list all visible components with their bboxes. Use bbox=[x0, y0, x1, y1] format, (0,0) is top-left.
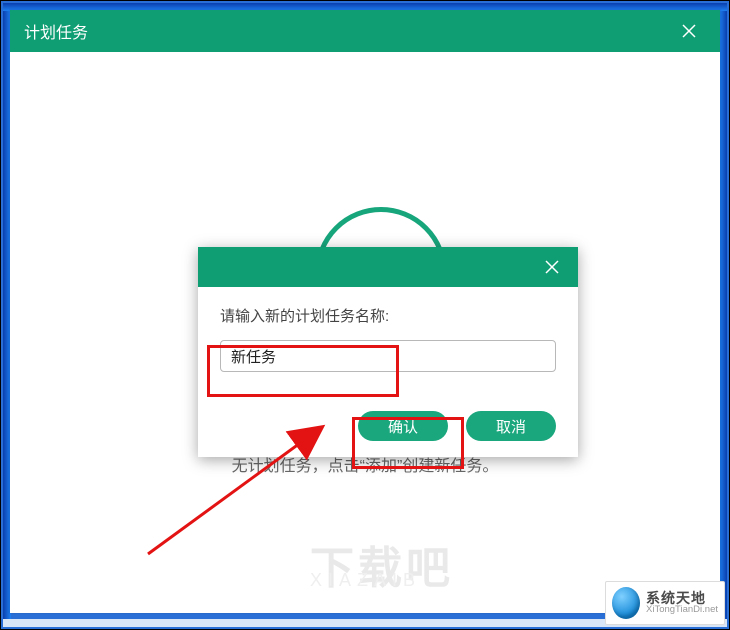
close-icon bbox=[544, 259, 560, 275]
close-icon bbox=[681, 23, 697, 39]
watermark-subtext: XIAZAIB bbox=[310, 570, 421, 591]
content-area: 下载吧 XIAZAIB 无计划任务，点击“添加”创建新任务。 请输入新的计划任务… bbox=[10, 52, 720, 613]
modal-button-row: 确认 取消 bbox=[358, 411, 556, 441]
window-close-button[interactable] bbox=[668, 10, 710, 52]
badge-title: 系统天地 bbox=[646, 591, 718, 606]
main-window: 计划任务 下载吧 XIAZAIB 无计划任务，点击“添加”创建新任务。 请输入新… bbox=[10, 10, 720, 613]
task-name-input[interactable] bbox=[220, 340, 556, 372]
badge-subtitle: XiTongTianDi.net bbox=[646, 605, 718, 615]
new-task-modal: 请输入新的计划任务名称: 确认 取消 bbox=[198, 247, 578, 457]
site-badge: 系统天地 XiTongTianDi.net bbox=[605, 581, 725, 625]
modal-prompt: 请输入新的计划任务名称: bbox=[220, 305, 556, 326]
desktop-edge bbox=[719, 3, 727, 627]
cancel-button[interactable]: 取消 bbox=[466, 411, 556, 441]
globe-icon bbox=[612, 587, 640, 619]
titlebar: 计划任务 bbox=[10, 10, 720, 52]
badge-text: 系统天地 XiTongTianDi.net bbox=[646, 591, 718, 616]
window-title: 计划任务 bbox=[24, 19, 88, 43]
modal-body: 请输入新的计划任务名称: 确认 取消 bbox=[198, 287, 578, 457]
confirm-button[interactable]: 确认 bbox=[358, 411, 448, 441]
modal-header bbox=[198, 247, 578, 287]
modal-close-button[interactable] bbox=[532, 247, 572, 287]
